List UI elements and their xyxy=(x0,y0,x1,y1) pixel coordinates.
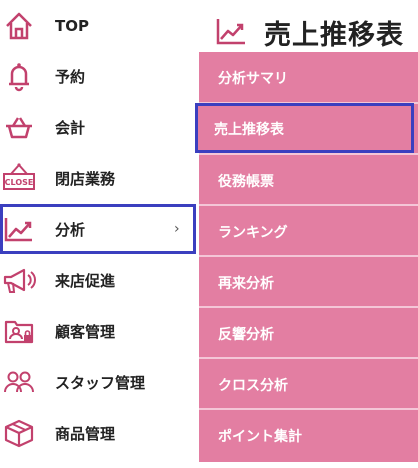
submenu-header: 売上推移表 xyxy=(196,0,418,60)
sidebar-item-reservation[interactable]: 予約 xyxy=(0,51,196,101)
sidebar-item-staff[interactable]: スタッフ管理 xyxy=(0,357,196,407)
sidebar-item-promotion[interactable]: 来店促進 xyxy=(0,255,196,305)
page-title: 売上推移表 xyxy=(264,20,404,51)
sidebar-item-label: 分析 xyxy=(55,220,86,239)
submenu-item-label: ポイント集計 xyxy=(218,429,302,445)
submenu-item-label: 分析サマリ xyxy=(218,71,288,87)
staff-icon xyxy=(2,365,36,399)
main-sidebar: TOP 予約 会計 CLOSE 閉店業務 分析 › 来店促進 顧客管理 スタッフ… xyxy=(0,0,196,468)
submenu-item-label: 役務帳票 xyxy=(218,174,274,190)
analysis-submenu: 分析サマリ 売上推移表 役務帳票 ランキング 再来分析 反響分析 クロス分析 ポ… xyxy=(195,52,418,462)
sidebar-item-products[interactable]: 商品管理 xyxy=(0,408,196,458)
submenu-item-service-report[interactable]: 役務帳票 xyxy=(199,155,418,205)
sidebar-item-label: 商品管理 xyxy=(55,424,116,443)
chart-line-icon xyxy=(216,17,246,45)
bell-icon xyxy=(2,59,36,93)
sidebar-item-top[interactable]: TOP xyxy=(0,1,196,51)
sidebar-item-label: 閉店業務 xyxy=(55,169,116,188)
submenu-item-label: 反響分析 xyxy=(218,327,274,343)
submenu-item-response-analysis[interactable]: 反響分析 xyxy=(199,308,418,358)
sidebar-item-label: 来店促進 xyxy=(55,271,116,290)
submenu-item-return-analysis[interactable]: 再来分析 xyxy=(199,257,418,307)
sidebar-item-label: TOP xyxy=(55,17,89,35)
svg-text:CLOSE: CLOSE xyxy=(5,178,34,187)
submenu-item-cross-analysis[interactable]: クロス分析 xyxy=(199,359,418,409)
submenu-item-summary[interactable]: 分析サマリ xyxy=(199,52,418,102)
home-icon xyxy=(2,9,36,43)
submenu-item-label: クロス分析 xyxy=(218,378,288,394)
sidebar-item-label: スタッフ管理 xyxy=(55,373,146,392)
sidebar-item-checkout[interactable]: 会計 xyxy=(0,102,196,152)
sidebar-item-label: 予約 xyxy=(55,67,86,86)
submenu-item-label: ランキング xyxy=(218,225,288,241)
chart-line-icon xyxy=(2,212,36,246)
chevron-right-icon: › xyxy=(174,221,180,237)
submenu-item-label: 売上推移表 xyxy=(214,122,284,138)
megaphone-icon xyxy=(2,263,36,297)
submenu-item-label: 再来分析 xyxy=(218,276,274,292)
sidebar-item-label: 会計 xyxy=(55,118,86,137)
submenu-item-points[interactable]: ポイント集計 xyxy=(199,410,418,460)
sidebar-item-closing[interactable]: CLOSE 閉店業務 xyxy=(0,153,196,203)
submenu-item-ranking[interactable]: ランキング xyxy=(199,206,418,256)
customer-card-icon xyxy=(2,314,36,348)
basket-icon xyxy=(2,110,36,144)
sidebar-item-analysis[interactable]: 分析 › xyxy=(0,204,196,254)
submenu-item-sales-trend[interactable]: 売上推移表 xyxy=(195,103,414,153)
box-icon xyxy=(2,416,36,450)
sidebar-item-customers[interactable]: 顧客管理 xyxy=(0,306,196,356)
sidebar-item-label: 顧客管理 xyxy=(55,322,116,341)
close-sign-icon: CLOSE xyxy=(2,161,36,195)
